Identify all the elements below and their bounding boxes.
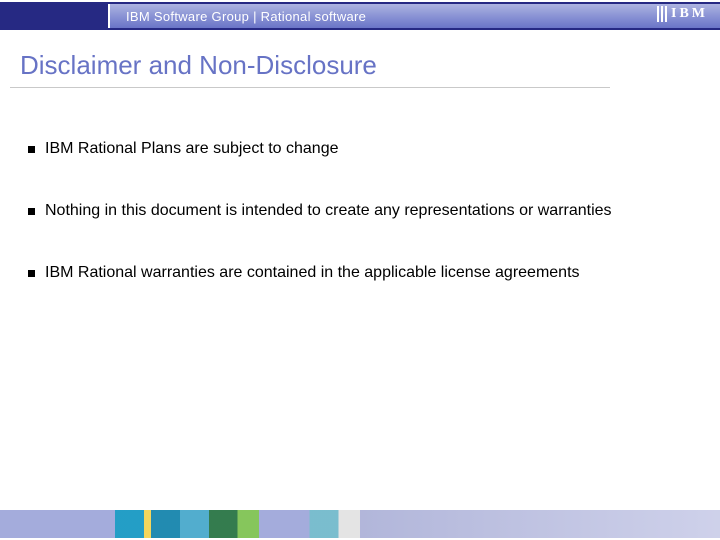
square-bullet-icon bbox=[28, 270, 35, 277]
bullet-list: IBM Rational Plans are subject to change… bbox=[28, 140, 692, 326]
bullet-text: Nothing in this document is intended to … bbox=[45, 202, 612, 220]
logo-stripe-icon bbox=[661, 6, 663, 22]
square-bullet-icon bbox=[28, 208, 35, 215]
header-inner: IBM Software Group | Rational software bbox=[108, 4, 720, 28]
slide: IBM Software Group | Rational software I… bbox=[0, 0, 720, 540]
footer bbox=[0, 498, 720, 538]
footer-accent-strip bbox=[0, 510, 720, 538]
header-bar: IBM Software Group | Rational software I… bbox=[0, 2, 720, 30]
bullet-text: IBM Rational warranties are contained in… bbox=[45, 264, 580, 282]
logo-stripe-icon bbox=[665, 6, 667, 22]
list-item: IBM Rational warranties are contained in… bbox=[28, 264, 692, 282]
title-block: Disclaimer and Non-Disclosure bbox=[10, 50, 610, 88]
square-bullet-icon bbox=[28, 146, 35, 153]
page-title: Disclaimer and Non-Disclosure bbox=[10, 50, 610, 81]
ibm-logo: IBM bbox=[657, 6, 708, 22]
header-subtitle: IBM Software Group | Rational software bbox=[126, 9, 366, 24]
bullet-text: IBM Rational Plans are subject to change bbox=[45, 140, 339, 158]
logo-stripe-icon bbox=[657, 6, 659, 22]
title-underline bbox=[10, 87, 610, 88]
list-item: Nothing in this document is intended to … bbox=[28, 202, 692, 220]
logo-text: IBM bbox=[671, 6, 708, 22]
list-item: IBM Rational Plans are subject to change bbox=[28, 140, 692, 158]
